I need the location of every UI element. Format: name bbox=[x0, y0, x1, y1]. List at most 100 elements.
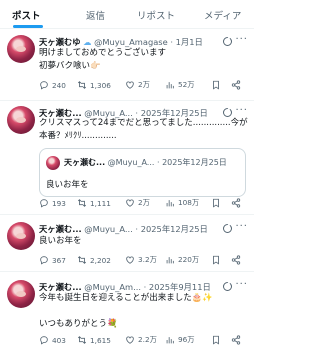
post-date: 2025年12月25日 bbox=[162, 158, 227, 167]
display-name[interactable]: 天ヶ瀬む... bbox=[39, 282, 82, 292]
separator: · bbox=[143, 282, 147, 292]
post-text: 明けましておめでとうございます 初夢バク喰い👉🏻 bbox=[39, 47, 166, 73]
post-date[interactable]: 2025年12月25日 bbox=[141, 224, 208, 234]
share-button[interactable] bbox=[231, 198, 244, 208]
view-count: 52万 bbox=[178, 80, 195, 89]
post-line: 今年も誕生日を迎えることが出来ました🎂✨ bbox=[39, 293, 213, 303]
avatar[interactable] bbox=[7, 35, 35, 63]
reply-button[interactable]: 403 bbox=[39, 335, 66, 345]
views-button[interactable]: 96万 bbox=[165, 335, 195, 345]
handle[interactable]: @Muyu_Am... bbox=[84, 282, 141, 292]
post-actions: 193 1,111 2万 108万 bbox=[39, 198, 250, 210]
grok-icon[interactable] bbox=[223, 282, 232, 291]
views-button[interactable]: 52万 bbox=[165, 80, 195, 90]
repost-count: 1,111 bbox=[90, 198, 111, 208]
separator: · bbox=[135, 224, 139, 234]
reply-icon bbox=[40, 336, 48, 345]
repost-icon bbox=[77, 199, 87, 207]
repost-icon bbox=[77, 81, 87, 89]
view-count: 108万 bbox=[178, 198, 200, 207]
post[interactable]: 天ヶ瀬む... @Muyu_A... · 2025年12月25日 ··· クリス… bbox=[0, 100, 254, 215]
reply-button[interactable]: 367 bbox=[39, 255, 66, 265]
share-button[interactable] bbox=[231, 80, 244, 90]
views-button[interactable]: 108万 bbox=[165, 198, 199, 208]
post-line: 初夢バク喰い👉🏻 bbox=[39, 61, 101, 71]
separator: · bbox=[170, 37, 174, 47]
post-actions: 240 1,306 2万 52万 bbox=[39, 80, 250, 92]
display-name[interactable]: 天ヶ瀬むゆ bbox=[39, 37, 81, 47]
grok-icon[interactable] bbox=[223, 37, 232, 46]
verified-cloud-icon: ☁ bbox=[83, 37, 92, 47]
post-date[interactable]: 2025年9月11日 bbox=[149, 282, 211, 292]
bookmark-button[interactable] bbox=[211, 335, 224, 345]
bookmark-button[interactable] bbox=[211, 255, 224, 265]
reply-count: 193 bbox=[52, 198, 66, 208]
repost-icon bbox=[77, 256, 87, 264]
views-icon bbox=[166, 257, 174, 264]
grok-icon[interactable] bbox=[223, 108, 232, 117]
view-count: 220万 bbox=[178, 255, 200, 264]
post-line: いつもありがとう💐 bbox=[39, 319, 118, 329]
handle: @Muyu_A... bbox=[107, 158, 155, 167]
bookmark-icon bbox=[213, 198, 219, 208]
like-count: 3.2万 bbox=[138, 255, 157, 264]
profile-tabs: ポスト 返信 リポスト メディア bbox=[0, 0, 254, 29]
more-options-icon[interactable]: ··· bbox=[235, 105, 248, 116]
active-tab-indicator bbox=[13, 25, 43, 28]
post-header: 天ヶ瀬む... @Muyu_A... · 2025年12月25日 bbox=[39, 223, 208, 235]
handle[interactable]: @Muyu_Amagase bbox=[94, 37, 168, 47]
post-actions: 403 1,615 2.2万 96万 bbox=[39, 335, 250, 347]
tab-media[interactable]: メディア bbox=[204, 8, 241, 22]
tab-replies[interactable]: 返信 bbox=[86, 8, 105, 22]
post-line: 良いお年を bbox=[39, 236, 82, 246]
post[interactable]: 天ヶ瀬む... @Muyu_A... · 2025年12月25日 ··· 良いお… bbox=[0, 214, 254, 272]
like-count: 2.2万 bbox=[138, 335, 157, 344]
quoted-post[interactable]: 天ヶ瀬む... @Muyu_A... · 2025年12月25日 良いお年を bbox=[39, 148, 246, 197]
repost-count: 2,202 bbox=[90, 255, 111, 265]
reply-icon bbox=[40, 256, 48, 265]
avatar[interactable] bbox=[7, 106, 35, 134]
reply-button[interactable]: 240 bbox=[39, 80, 66, 90]
views-button[interactable]: 220万 bbox=[165, 255, 199, 265]
handle[interactable]: @Muyu_A... bbox=[84, 224, 132, 234]
grok-icon[interactable] bbox=[223, 224, 232, 233]
repost-icon bbox=[77, 336, 87, 344]
share-button[interactable] bbox=[231, 255, 244, 265]
view-count: 96万 bbox=[178, 335, 195, 344]
share-icon bbox=[231, 335, 241, 345]
avatar[interactable] bbox=[7, 280, 35, 308]
like-button[interactable]: 2万 bbox=[125, 80, 150, 90]
like-button[interactable]: 2万 bbox=[125, 198, 150, 208]
post-text: 良いお年を bbox=[39, 235, 82, 248]
like-button[interactable]: 2.2万 bbox=[125, 335, 157, 345]
views-icon bbox=[166, 82, 174, 89]
post[interactable]: 天ヶ瀬むゆ ☁ @Muyu_Amagase · 1月1日 ··· 明けましておめ… bbox=[0, 29, 254, 101]
share-button[interactable] bbox=[231, 335, 244, 345]
heart-icon bbox=[126, 81, 134, 89]
post[interactable]: 天ヶ瀬む... @Muyu_Am... · 2025年9月11日 ··· 今年も… bbox=[0, 271, 254, 350]
more-options-icon[interactable]: ··· bbox=[235, 34, 248, 45]
reply-button[interactable]: 193 bbox=[39, 198, 66, 208]
repost-button[interactable]: 2,202 bbox=[77, 255, 111, 265]
like-button[interactable]: 3.2万 bbox=[125, 255, 157, 265]
repost-button[interactable]: 1,111 bbox=[77, 198, 111, 208]
bookmark-button[interactable] bbox=[211, 80, 224, 90]
avatar[interactable] bbox=[46, 156, 60, 170]
avatar[interactable] bbox=[7, 222, 35, 250]
share-icon bbox=[231, 80, 241, 90]
more-options-icon[interactable]: ··· bbox=[235, 221, 248, 232]
reply-count: 403 bbox=[52, 335, 66, 345]
post-text: 今年も誕生日を迎えることが出来ました🎂✨ いつもありがとう💐 bbox=[39, 292, 213, 331]
repost-button[interactable]: 1,615 bbox=[77, 335, 111, 345]
tab-posts[interactable]: ポスト bbox=[12, 8, 41, 22]
post-date[interactable]: 1月1日 bbox=[176, 37, 203, 47]
display-name[interactable]: 天ヶ瀬む... bbox=[39, 224, 82, 234]
repost-count: 1,306 bbox=[90, 80, 111, 90]
tab-reposts[interactable]: リポスト bbox=[137, 8, 175, 22]
repost-count: 1,615 bbox=[90, 335, 111, 345]
post-actions: 367 2,202 3.2万 220万 bbox=[39, 255, 250, 267]
more-options-icon[interactable]: ··· bbox=[235, 279, 248, 290]
bookmark-button[interactable] bbox=[211, 198, 224, 208]
repost-button[interactable]: 1,306 bbox=[77, 80, 111, 90]
separator: · bbox=[156, 158, 160, 167]
